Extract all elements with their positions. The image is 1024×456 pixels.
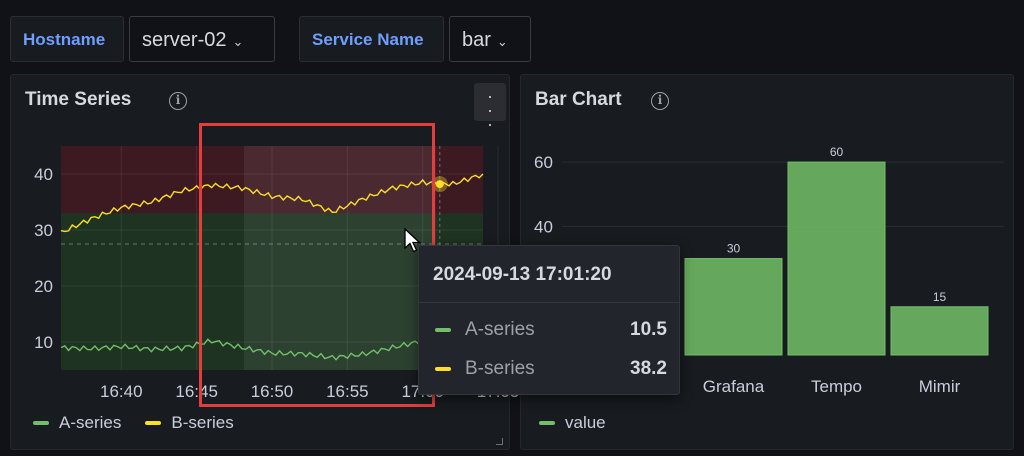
tooltip-series-name: A-series — [465, 319, 535, 340]
tooltip-series-value: 10.5 — [630, 319, 667, 340]
tooltip-time: 2024-09-13 17:01:20 — [433, 264, 612, 285]
x-tick-label: Grafana — [703, 377, 765, 396]
tooltip-swatch — [435, 328, 451, 332]
y-tick-label: 40 — [34, 165, 53, 184]
y-tick-label: 20 — [34, 277, 53, 296]
mouse-cursor-icon — [404, 228, 422, 253]
bar-value-label: 15 — [933, 290, 947, 304]
hover-point — [435, 180, 444, 189]
tooltip-series-value: 38.2 — [630, 358, 667, 379]
tooltip-series-name: B-series — [465, 358, 535, 379]
tooltip-row-b-series: B-series 38.2 — [435, 357, 667, 381]
highlight-box — [199, 123, 435, 407]
x-tick-label: 16:40 — [100, 382, 143, 401]
x-tick-label: Tempo — [811, 377, 862, 396]
y-tick-label: 40 — [534, 217, 553, 236]
y-tick-label: 10 — [34, 333, 53, 352]
bar — [890, 306, 989, 356]
tooltip: 2024-09-13 17:01:20 A-series 10.5 B-seri… — [418, 245, 680, 395]
y-tick-label: 30 — [34, 221, 53, 240]
bar — [684, 258, 783, 356]
bar-value-label: 60 — [830, 145, 844, 159]
tooltip-row-a-series: A-series 10.5 — [435, 318, 667, 342]
tooltip-swatch — [435, 367, 451, 371]
bar — [787, 161, 886, 356]
x-tick-label: Mimir — [919, 377, 961, 396]
y-tick-label: 60 — [534, 153, 553, 172]
bar-value-label: 30 — [727, 242, 741, 256]
tooltip-divider — [419, 302, 679, 303]
